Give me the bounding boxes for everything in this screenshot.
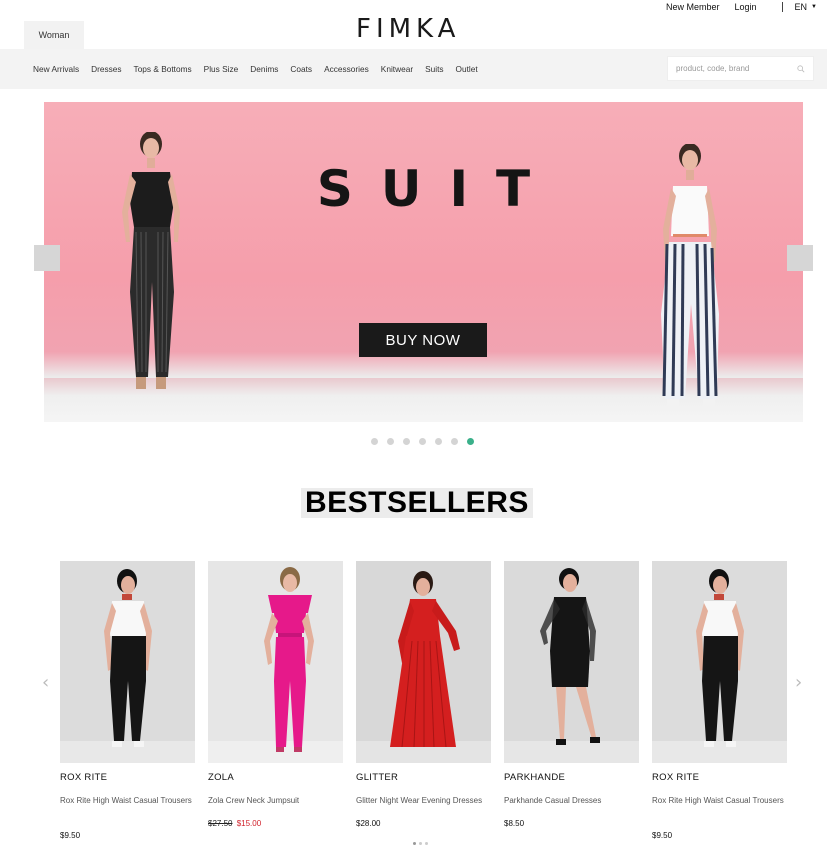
product-brand[interactable]: PARKHANDE — [504, 772, 565, 783]
hero-dot[interactable] — [387, 438, 394, 445]
product-name[interactable]: Rox Rite High Waist Casual Trousers — [652, 795, 787, 807]
product-sale-price: $15.00 — [236, 819, 262, 828]
product-name[interactable]: Zola Crew Neck Jumpsuit — [208, 795, 343, 807]
tab-woman[interactable]: Woman — [24, 21, 84, 49]
hero-dot[interactable] — [403, 438, 410, 445]
product-name[interactable]: Parkhande Casual Dresses — [504, 795, 639, 807]
search-icon[interactable] — [797, 65, 805, 73]
product-card[interactable]: ZOLA Zola Crew Neck Jumpsuit $27.50 $15.… — [208, 561, 343, 828]
product-card[interactable]: ROX RITE Rox Rite High Waist Casual Trou… — [652, 561, 787, 840]
product-brand[interactable]: ROX RITE — [60, 772, 107, 783]
product-photo — [356, 561, 491, 763]
nav-item-suits[interactable]: Suits — [425, 64, 443, 74]
product-name[interactable]: Glitter Night Wear Evening Dresses — [356, 795, 491, 807]
hero-title: SUIT — [316, 160, 559, 218]
main-nav: New Arrivals Dresses Tops & Bottoms Plus Si… — [0, 49, 827, 89]
top-links: New Member Login EN ▼ — [651, 2, 817, 12]
search-box — [667, 56, 814, 81]
nav-item-denims[interactable]: Denims — [250, 64, 278, 74]
divider — [781, 2, 783, 12]
product-price: $8.50 — [504, 819, 525, 828]
product-brand[interactable]: ROX RITE — [652, 772, 699, 783]
top-bar: Woman FIMKA New Member Login EN ▼ — [0, 0, 827, 49]
product-price: $9.50 — [60, 831, 81, 840]
product-card[interactable]: GLITTER Glitter Night Wear Evening Dress… — [356, 561, 491, 828]
product-photo — [652, 561, 787, 763]
product-brand[interactable]: ZOLA — [208, 772, 234, 783]
product-image[interactable] — [652, 561, 787, 763]
product-brand[interactable]: GLITTER — [356, 772, 398, 783]
chevron-down-icon: ▼ — [811, 4, 817, 10]
nav-items: New Arrivals Dresses Tops & Bottoms Plus Si… — [33, 64, 490, 74]
language-label: EN — [794, 2, 808, 12]
product-image[interactable] — [356, 561, 491, 763]
nav-item-outlet[interactable]: Outlet — [456, 64, 478, 74]
new-member-link[interactable]: New Member — [666, 2, 720, 12]
product-price: $27.50 $15.00 — [208, 819, 261, 828]
carousel-prev-icon[interactable]: ‹ — [42, 672, 49, 693]
nav-item-coats[interactable]: Coats — [290, 64, 312, 74]
product-card[interactable]: PARKHANDE Parkhande Casual Dresses $8.50 — [504, 561, 639, 828]
hero-next-arrow[interactable] — [787, 245, 813, 271]
nav-item-dresses[interactable]: Dresses — [91, 64, 121, 74]
product-image[interactable] — [60, 561, 195, 763]
bestsellers-title: BESTSELLERS — [301, 488, 533, 518]
hero-prev-arrow[interactable] — [34, 245, 60, 271]
hero-dot[interactable] — [435, 438, 442, 445]
language-selector[interactable]: EN ▼ — [795, 2, 817, 12]
hero-dot[interactable] — [371, 438, 378, 445]
product-photo — [60, 561, 195, 763]
product-price: $28.00 — [356, 819, 381, 828]
pagination-dot[interactable] — [413, 842, 416, 845]
buy-now-button[interactable]: BUY NOW — [359, 323, 487, 357]
bestsellers-pagination — [413, 842, 431, 845]
product-price: $9.50 — [652, 831, 673, 840]
nav-item-tops-bottoms[interactable]: Tops & Bottoms — [134, 64, 192, 74]
pagination-dot[interactable] — [425, 842, 428, 845]
product-card[interactable]: ROX RITE Rox Rite High Waist Casual Trou… — [60, 561, 195, 840]
site-logo[interactable]: FIMKA — [356, 14, 460, 44]
product-image[interactable] — [208, 561, 343, 763]
nav-item-new-arrivals[interactable]: New Arrivals — [33, 64, 79, 74]
hero-dot[interactable] — [419, 438, 426, 445]
product-photo — [504, 561, 639, 763]
hero-dot[interactable] — [451, 438, 458, 445]
nav-item-plus-size[interactable]: Plus Size — [204, 64, 239, 74]
product-name[interactable]: Rox Rite High Waist Casual Trousers — [60, 795, 195, 807]
login-link[interactable]: Login — [735, 2, 757, 12]
nav-item-accessories[interactable]: Accessories — [324, 64, 369, 74]
carousel-next-icon[interactable]: › — [795, 672, 802, 693]
product-image[interactable] — [504, 561, 639, 763]
hero-dot[interactable] — [467, 438, 474, 445]
search-input[interactable] — [676, 64, 791, 73]
pagination-dot[interactable] — [419, 842, 422, 845]
nav-item-knitwear[interactable]: Knitwear — [381, 64, 413, 74]
product-old-price: $27.50 — [208, 819, 233, 828]
hero-pagination — [371, 438, 483, 445]
hero-banner[interactable]: SUIT BUY NOW — [44, 102, 803, 422]
product-photo — [208, 561, 343, 763]
